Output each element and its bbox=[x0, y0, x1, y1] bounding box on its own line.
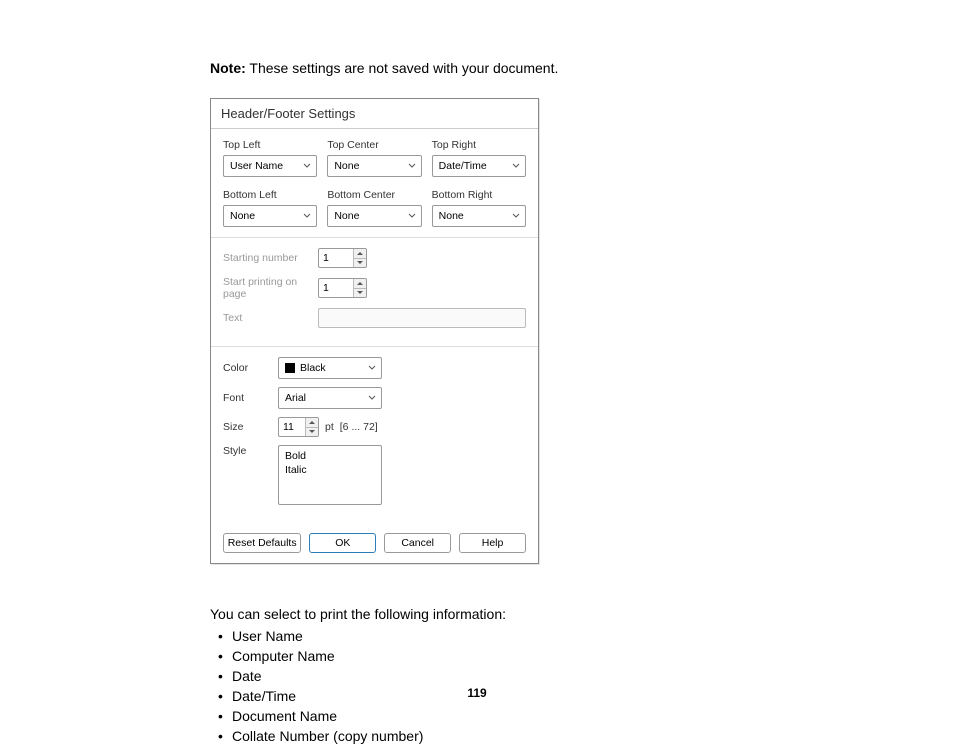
top-center-select[interactable]: None bbox=[327, 155, 421, 177]
chevron-down-icon bbox=[303, 162, 311, 170]
header-footer-dialog: Header/Footer Settings Top Left User Nam… bbox=[210, 98, 539, 564]
starting-number-stepper[interactable]: 1 bbox=[318, 248, 367, 268]
list-item: Collate Number (copy number) bbox=[218, 728, 750, 744]
size-unit: pt bbox=[325, 421, 334, 433]
bottom-right-label: Bottom Right bbox=[432, 189, 526, 201]
top-left-label: Top Left bbox=[223, 139, 317, 151]
style-label: Style bbox=[223, 445, 278, 457]
list-item: Computer Name bbox=[218, 648, 750, 664]
text-field-label: Text bbox=[223, 312, 318, 324]
bottom-left-select[interactable]: None bbox=[223, 205, 317, 227]
style-listbox[interactable]: Bold Italic bbox=[278, 445, 382, 505]
positions-section: Top Left User Name Top Center None Top R… bbox=[211, 129, 538, 237]
appearance-section: Color Black Font Arial Size 11 bbox=[211, 347, 538, 523]
list-item: Date bbox=[218, 668, 750, 684]
top-center-label: Top Center bbox=[327, 139, 421, 151]
page-number: 119 bbox=[0, 686, 954, 700]
start-printing-label: Start printing on page bbox=[223, 276, 318, 300]
bottom-center-select[interactable]: None bbox=[327, 205, 421, 227]
font-label: Font bbox=[223, 392, 278, 404]
size-range: [6 ... 72] bbox=[340, 421, 378, 433]
help-button[interactable]: Help bbox=[459, 533, 526, 553]
below-text: You can select to print the following in… bbox=[210, 606, 750, 744]
dialog-buttons: Reset Defaults OK Cancel Help bbox=[211, 523, 538, 563]
chevron-down-icon bbox=[512, 212, 520, 220]
text-input[interactable] bbox=[318, 308, 526, 328]
ok-button[interactable]: OK bbox=[309, 533, 376, 553]
bottom-left-label: Bottom Left bbox=[223, 189, 317, 201]
size-stepper[interactable]: 11 bbox=[278, 417, 319, 437]
chevron-down-icon bbox=[408, 212, 416, 220]
list-item: User Name bbox=[218, 628, 750, 644]
bottom-center-label: Bottom Center bbox=[327, 189, 421, 201]
chevron-down-icon bbox=[368, 394, 376, 402]
spin-up-icon[interactable] bbox=[354, 279, 366, 289]
reset-defaults-button[interactable]: Reset Defaults bbox=[223, 533, 301, 553]
dialog-title: Header/Footer Settings bbox=[211, 99, 538, 129]
list-item: Document Name bbox=[218, 708, 750, 724]
spin-up-icon[interactable] bbox=[306, 418, 318, 428]
color-swatch-icon bbox=[285, 363, 295, 373]
spin-down-icon[interactable] bbox=[354, 259, 366, 268]
page-number-section: Starting number 1 Start printing on page… bbox=[211, 238, 538, 346]
note-label: Note: bbox=[210, 60, 246, 76]
note-line: Note: These settings are not saved with … bbox=[210, 60, 750, 76]
top-right-label: Top Right bbox=[432, 139, 526, 151]
style-option-bold[interactable]: Bold bbox=[285, 450, 375, 464]
below-intro: You can select to print the following in… bbox=[210, 606, 750, 622]
style-option-italic[interactable]: Italic bbox=[285, 464, 375, 478]
chevron-down-icon bbox=[512, 162, 520, 170]
starting-number-label: Starting number bbox=[223, 252, 318, 264]
cancel-button[interactable]: Cancel bbox=[384, 533, 451, 553]
font-select[interactable]: Arial bbox=[278, 387, 382, 409]
spin-up-icon[interactable] bbox=[354, 249, 366, 259]
chevron-down-icon bbox=[303, 212, 311, 220]
size-label: Size bbox=[223, 421, 278, 433]
color-select[interactable]: Black bbox=[278, 357, 382, 379]
note-text: These settings are not saved with your d… bbox=[246, 60, 559, 76]
color-label: Color bbox=[223, 362, 278, 374]
bottom-right-select[interactable]: None bbox=[432, 205, 526, 227]
top-left-select[interactable]: User Name bbox=[223, 155, 317, 177]
chevron-down-icon bbox=[408, 162, 416, 170]
chevron-down-icon bbox=[368, 364, 376, 372]
start-printing-stepper[interactable]: 1 bbox=[318, 278, 367, 298]
spin-down-icon[interactable] bbox=[306, 428, 318, 437]
spin-down-icon[interactable] bbox=[354, 289, 366, 298]
top-right-select[interactable]: Date/Time bbox=[432, 155, 526, 177]
